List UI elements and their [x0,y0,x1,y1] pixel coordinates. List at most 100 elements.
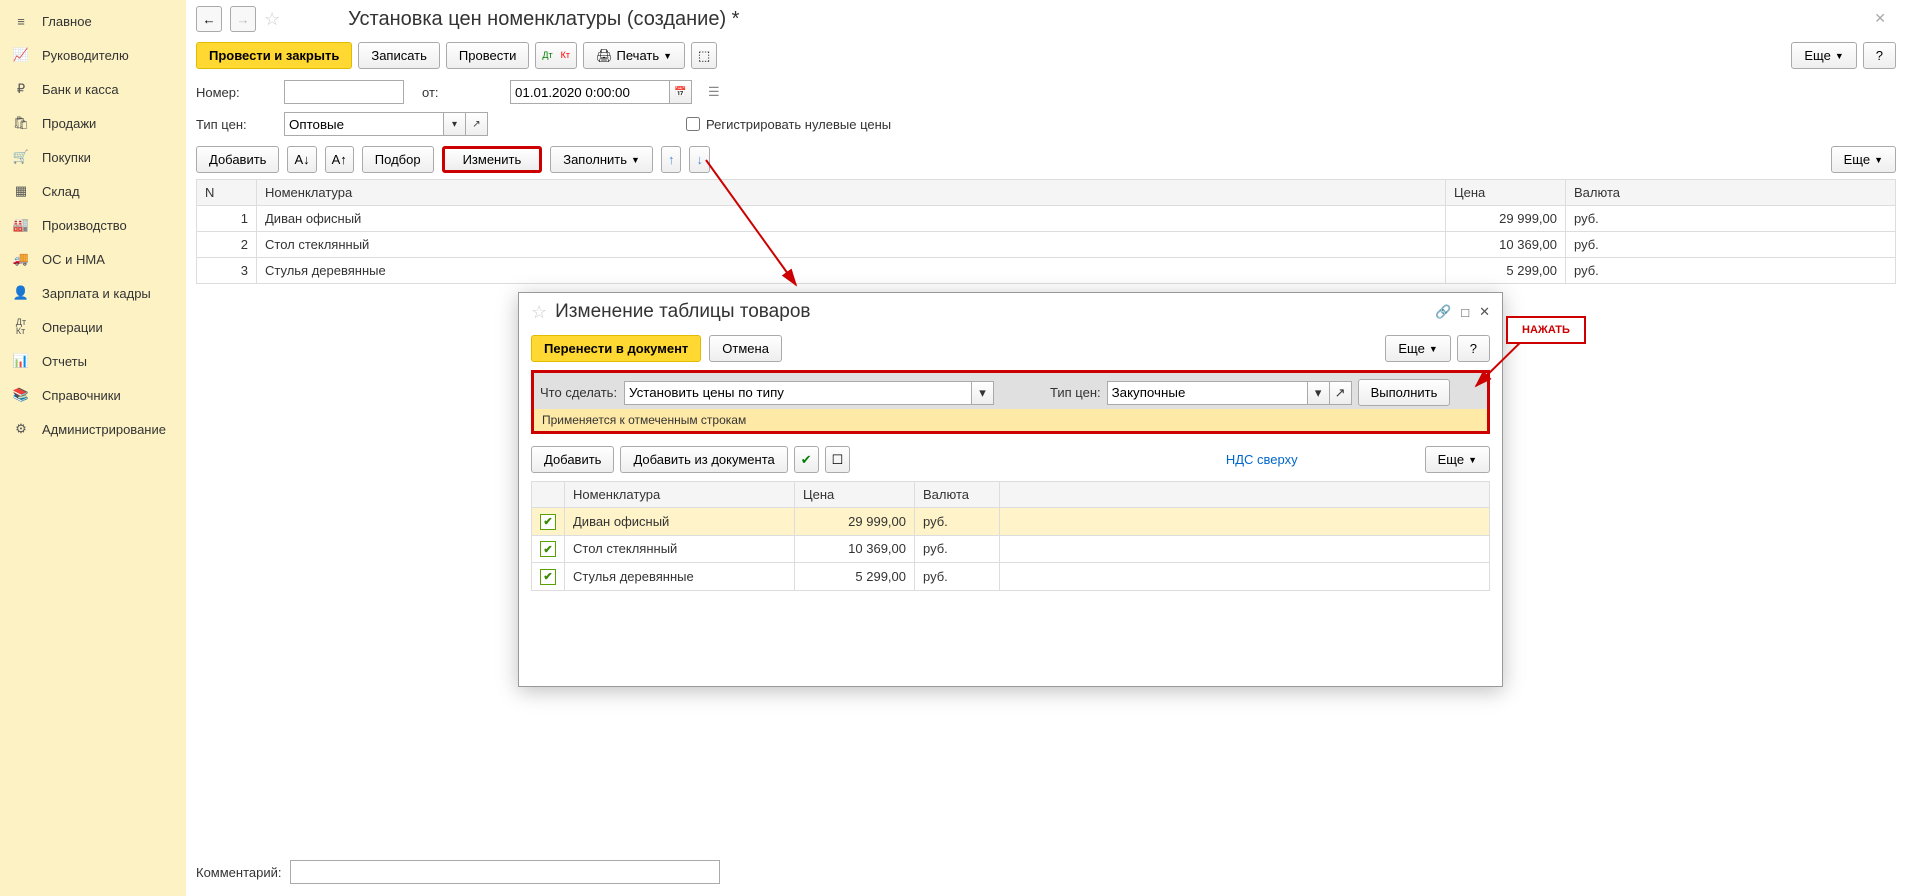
change-dialog: ☆ Изменение таблицы товаров 🔗 □ ✕ Перене… [518,292,1503,687]
dialog-more-button[interactable]: Еще▼ [1385,335,1450,362]
sidebar-item-main[interactable]: ≡ Главное [0,4,186,38]
dlg-price-type-field[interactable] [1107,381,1308,405]
print-button[interactable]: 🖨Печать▼ [583,42,685,69]
post-and-close-button[interactable]: Провести и закрыть [196,42,352,69]
sidebar-item-label: Продажи [42,116,96,131]
sidebar-item-bank[interactable]: ₽Банк и касса [0,72,186,106]
table-row[interactable]: ✔Стулья деревянные5 299,00руб. [532,563,1490,591]
sidebar-item-label: Зарплата и кадры [42,286,151,301]
sidebar-item-directories[interactable]: 📚Справочники [0,378,186,412]
table-row[interactable]: ✔Стол стеклянный10 369,00руб. [532,535,1490,563]
row-checkbox[interactable]: ✔ [540,569,556,585]
table-row[interactable]: 2Стол стеклянный10 369,00руб. [197,232,1896,258]
favorite-icon[interactable]: ☆ [264,9,280,30]
col-nomenclature[interactable]: Номенклатура [257,180,1446,206]
topbar: ← → ☆ Установка цен номенклатуры (создан… [196,0,1896,36]
post-button[interactable]: Провести [446,42,530,69]
chevron-down-icon[interactable]: ▾ [972,381,994,405]
chevron-down-icon: ▼ [663,51,672,61]
open-icon[interactable]: ↗ [466,112,488,136]
nav-back-button[interactable]: ← [196,6,222,32]
transfer-button[interactable]: Перенести в документ [531,335,701,362]
dlg-col-extra[interactable] [1000,482,1490,508]
dlg-add-button[interactable]: Добавить [531,446,614,473]
list-icon[interactable]: ☰ [708,84,720,100]
dlg-tb-more-button[interactable]: Еще▼ [1425,446,1490,473]
chevron-down-icon: ▼ [1874,155,1883,165]
sidebar-item-production[interactable]: 🏭Производство [0,208,186,242]
link-icon[interactable]: 🔗 [1435,304,1451,320]
date-field[interactable] [510,80,670,104]
maximize-icon[interactable]: □ [1461,305,1469,320]
row-checkbox[interactable]: ✔ [540,514,556,530]
comment-field[interactable] [290,860,720,884]
dialog-help-button[interactable]: ? [1457,335,1490,362]
open-icon[interactable]: ↗ [1330,381,1352,405]
sidebar-item-sales[interactable]: 🛍Продажи [0,106,186,140]
help-button[interactable]: ? [1863,42,1896,69]
more-button[interactable]: Еще▼ [1791,42,1856,69]
sidebar-item-purchases[interactable]: 🛒Покупки [0,140,186,174]
close-icon[interactable]: ✕ [1874,10,1886,27]
save-button[interactable]: Записать [358,42,440,69]
dlg-col-price[interactable]: Цена [795,482,915,508]
structure-button[interactable]: ⬚ [691,42,717,69]
table-row[interactable]: 3Стулья деревянные5 299,00руб. [197,258,1896,284]
chevron-down-icon[interactable]: ▾ [1308,381,1330,405]
dtkt-button[interactable]: ДтКт [535,42,577,69]
sidebar-item-label: Производство [42,218,127,233]
sidebar-item-hr[interactable]: 👤Зарплата и кадры [0,276,186,310]
col-n[interactable]: N [197,180,257,206]
table-more-button[interactable]: Еще▼ [1831,146,1896,173]
nav-forward-button[interactable]: → [230,6,256,32]
dlg-col-currency[interactable]: Валюта [915,482,1000,508]
favorite-icon[interactable]: ☆ [531,302,547,323]
chevron-down-icon[interactable]: ▾ [444,112,466,136]
pick-button[interactable]: Подбор [362,146,434,173]
cancel-button[interactable]: Отмена [709,335,782,362]
col-price[interactable]: Цена [1446,180,1566,206]
execute-button[interactable]: Выполнить [1358,379,1451,406]
sidebar-item-admin[interactable]: ⚙Администрирование [0,412,186,446]
what-select[interactable] [624,381,972,405]
price-type-label: Тип цен: [196,117,276,132]
move-up-button[interactable]: ↑ [661,146,682,173]
uncheck-all-button[interactable]: ☐ [825,446,851,473]
comment-row: Комментарий: [196,860,1896,884]
ruble-icon: ₽ [12,80,30,98]
number-label: Номер: [196,85,276,100]
sidebar-item-label: Главное [42,14,92,29]
truck-icon: 🚚 [12,250,30,268]
menu-icon: ≡ [12,12,30,30]
check-all-button[interactable]: ✔ [794,446,819,473]
register-zero-checkbox[interactable] [686,117,700,131]
sort-asc-button[interactable]: A↓ [287,146,316,173]
sidebar-item-reports[interactable]: 📊Отчеты [0,344,186,378]
dlg-col-check[interactable] [532,482,565,508]
sidebar-item-label: Отчеты [42,354,87,369]
warehouse-icon: ▦ [12,182,30,200]
price-type-field[interactable] [284,112,444,136]
dialog-header: ☆ Изменение таблицы товаров 🔗 □ ✕ [519,293,1502,331]
number-field[interactable] [284,80,404,104]
sidebar-item-assets[interactable]: 🚚ОС и НМА [0,242,186,276]
sidebar-item-manager[interactable]: 📈Руководителю [0,38,186,72]
fill-button[interactable]: Заполнить▼ [550,146,653,173]
close-icon[interactable]: ✕ [1479,304,1490,320]
add-button[interactable]: Добавить [196,146,279,173]
dlg-add-from-doc-button[interactable]: Добавить из документа [620,446,787,473]
sidebar-item-warehouse[interactable]: ▦ Склад [0,174,186,208]
table-row[interactable]: 1Диван офисный29 999,00руб. [197,206,1896,232]
sort-desc-button[interactable]: A↑ [325,146,354,173]
move-down-button[interactable]: ↓ [689,146,710,173]
table-row[interactable]: ✔Диван офисный29 999,00руб. [532,508,1490,536]
calendar-icon[interactable]: 📅 [670,80,692,104]
dlg-col-nomenclature[interactable]: Номенклатура [565,482,795,508]
col-currency[interactable]: Валюта [1566,180,1896,206]
sidebar-item-label: Склад [42,184,80,199]
vat-link[interactable]: НДС сверху [1226,452,1298,467]
sidebar-item-operations[interactable]: ДтКтОперации [0,310,186,344]
row-checkbox[interactable]: ✔ [540,541,556,557]
gear-icon: ⚙ [12,420,30,438]
change-button[interactable]: Изменить [442,146,543,173]
